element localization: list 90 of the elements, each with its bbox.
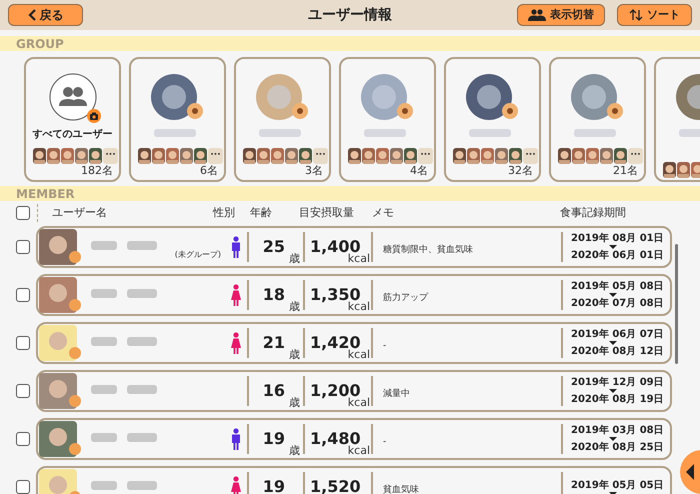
age-value: 21 — [262, 332, 285, 354]
calorie-unit: kcal — [348, 252, 370, 266]
start-date: 2019年 08月 01日 — [571, 232, 664, 245]
row-checkbox[interactable] — [16, 336, 30, 350]
age-value: 16 — [262, 380, 285, 402]
age-unit: 歳 — [289, 442, 300, 458]
row-checkbox[interactable] — [16, 288, 30, 302]
age-value: 18 — [262, 284, 285, 306]
calorie-unit: kcal — [348, 300, 370, 314]
memo-text: 糖質制限中、貧血気味 — [383, 245, 473, 255]
male-icon — [230, 236, 242, 258]
age-unit: 歳 — [289, 298, 300, 314]
window-title: ユーザー情報 — [308, 6, 392, 24]
memo-text: 減量中 — [383, 389, 410, 399]
calorie-value: 1,520 — [310, 476, 361, 494]
end-date: 2020年 08月 25日 — [571, 441, 664, 454]
age-value: 25 — [262, 236, 285, 258]
down-arrow-icon — [609, 437, 618, 441]
group-card[interactable]: ··· 6名 — [129, 57, 226, 182]
calorie-unit: kcal — [348, 348, 370, 362]
age-unit: 歳 — [289, 394, 300, 410]
section-label: GROUP — [16, 38, 64, 50]
column-header[interactable]: 年齢 — [250, 204, 272, 222]
down-arrow-icon — [609, 245, 618, 249]
member-count: 3名 — [305, 164, 323, 178]
group-name: すべてのユーザー — [32, 128, 112, 142]
column-header[interactable]: 食事記録期間 — [560, 204, 626, 222]
group-avatar-icon — [48, 73, 96, 121]
group-card[interactable]: ··· 4名 — [339, 57, 436, 182]
column-header[interactable]: メモ — [372, 204, 394, 222]
member-count: 182名 — [81, 164, 113, 178]
column-header[interactable]: ユーザー名 — [52, 204, 107, 222]
member-count: 4名 — [410, 164, 428, 178]
female-icon — [230, 476, 242, 494]
start-date: 2019年 12月 09日 — [571, 376, 664, 389]
end-date: 2020年 08月 19日 — [571, 393, 664, 406]
more-indicator: ··· — [313, 148, 328, 164]
sort-icon — [629, 9, 643, 21]
row-checkbox[interactable] — [16, 432, 30, 446]
female-icon — [230, 284, 242, 306]
display-toggle-button[interactable]: 表示切替 — [517, 4, 605, 26]
end-date: 2020年 07月 08日 — [571, 297, 664, 310]
down-arrow-icon — [609, 341, 618, 345]
camera-icon — [86, 109, 100, 123]
column-header[interactable]: 目安摂取量 — [299, 204, 354, 222]
people-icon — [528, 9, 546, 21]
start-date: 2019年 05月 05日 — [571, 478, 664, 492]
group-card[interactable]: ··· 21名 — [549, 57, 646, 182]
male-icon — [230, 428, 242, 450]
memo-text: - — [383, 437, 386, 447]
calorie-unit: kcal — [348, 444, 370, 458]
more-indicator: ··· — [523, 148, 538, 164]
section-label: MEMBER — [16, 188, 75, 200]
row-checkbox[interactable] — [16, 384, 30, 398]
more-indicator: ··· — [103, 148, 118, 164]
member-row[interactable]: 19 1,520 貧血気味 2019年 05月 05日 — [36, 466, 672, 494]
more-indicator: ··· — [208, 148, 223, 164]
member-count: 21名 — [613, 164, 638, 178]
down-arrow-icon — [609, 389, 618, 393]
back-button[interactable]: 戻る — [8, 4, 83, 26]
age-unit: 歳 — [289, 250, 300, 266]
row-checkbox[interactable] — [16, 240, 30, 254]
memo-text: - — [383, 341, 386, 351]
chevron-left-icon — [28, 9, 38, 21]
column-header[interactable]: 性別 — [213, 204, 235, 222]
more-indicator: ··· — [418, 148, 433, 164]
down-arrow-icon — [609, 293, 618, 297]
member-count: 32名 — [508, 164, 533, 178]
group-label: (未グループ) — [174, 249, 221, 261]
triangle-left-icon — [686, 464, 694, 480]
end-date: 2020年 08月 12日 — [571, 345, 664, 358]
memo-text: 貧血気味 — [383, 485, 419, 494]
memo-text: 筋力アップ — [383, 293, 428, 303]
age-value: 19 — [262, 428, 285, 450]
select-all-checkbox[interactable] — [16, 206, 30, 220]
start-date: 2019年 05月 08日 — [571, 280, 664, 293]
group-card[interactable]: すべてのユーザー ··· 182名 — [24, 57, 121, 182]
member-count: 6名 — [200, 164, 218, 178]
group-card[interactable]: ··· 3名 — [234, 57, 331, 182]
age-value: 19 — [262, 476, 285, 494]
female-icon — [230, 332, 242, 354]
group-card[interactable]: ··· 32名 — [444, 57, 541, 182]
start-date: 2019年 06月 07日 — [571, 328, 664, 341]
start-date: 2019年 03月 08日 — [571, 424, 664, 437]
sort-button[interactable]: ソート — [617, 4, 692, 26]
end-date: 2020年 06月 01日 — [571, 249, 664, 262]
row-checkbox[interactable] — [16, 480, 30, 494]
more-indicator: ··· — [628, 148, 643, 164]
calorie-unit: kcal — [348, 396, 370, 410]
age-unit: 歳 — [289, 346, 300, 362]
